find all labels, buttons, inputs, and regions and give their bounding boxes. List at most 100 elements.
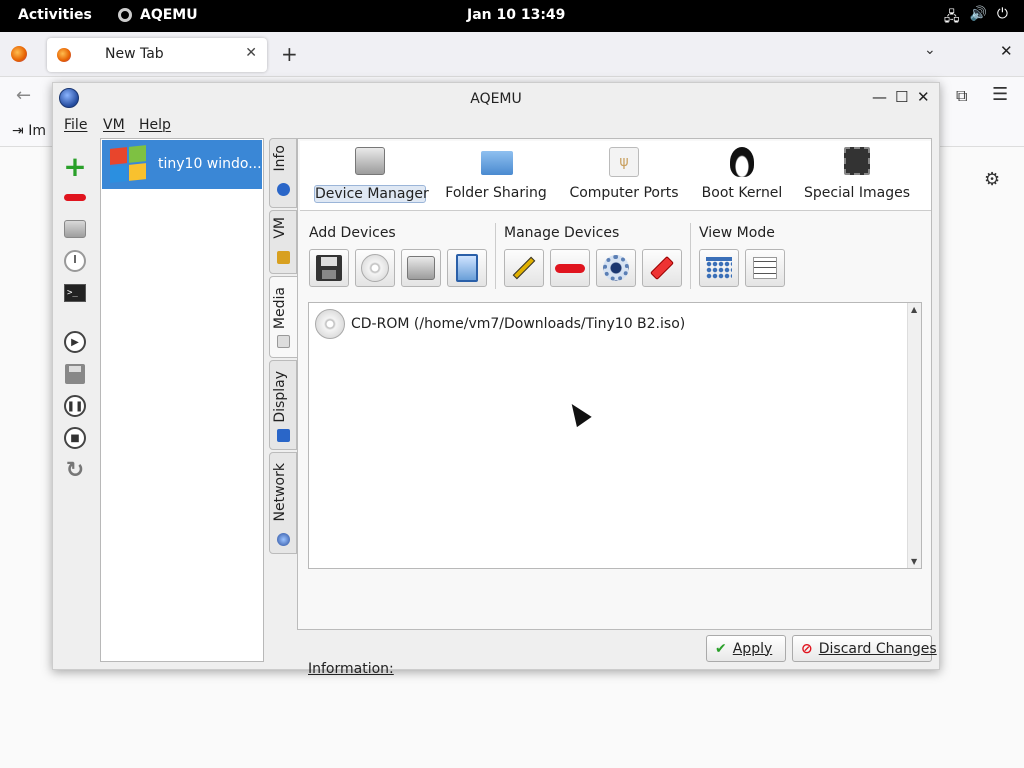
start-button[interactable]: ▶ [61, 328, 89, 356]
list-view-button[interactable] [745, 249, 785, 287]
add-storage-button[interactable] [447, 249, 487, 287]
category-label: Special Images [804, 185, 911, 201]
hard-disk-icon [407, 256, 435, 280]
vm-list[interactable]: tiny10 windo... [100, 138, 264, 662]
device-properties-button[interactable] [596, 249, 636, 287]
eraser-icon [649, 255, 675, 281]
remove-icon [555, 263, 585, 273]
save-state-button[interactable] [61, 360, 89, 388]
add-hdd-button[interactable] [401, 249, 441, 287]
reset-button[interactable]: ↻ [61, 456, 89, 484]
info-icon [277, 183, 290, 196]
app-menu-label: AQEMU [140, 7, 198, 23]
tab-media[interactable]: Media [269, 276, 297, 358]
gear-icon [603, 255, 629, 281]
media-categories: Device Manager Folder Sharing ψ Computer… [300, 141, 931, 211]
media-icon [277, 335, 290, 348]
chevron-down-icon[interactable]: ⌄ [924, 42, 936, 58]
tab-vm-label: VM [272, 217, 288, 239]
aqemu-app-icon [118, 8, 132, 22]
delete-vm-button[interactable] [61, 183, 89, 211]
edit-device-button[interactable] [504, 249, 544, 287]
add-cdrom-button[interactable] [355, 249, 395, 287]
app-menu[interactable]: AQEMU [118, 7, 198, 23]
snapshot-button[interactable] [61, 247, 89, 275]
remove-device-button[interactable] [550, 249, 590, 287]
hamburger-menu-icon[interactable]: ☰ [992, 84, 1008, 105]
information-label: Information: [308, 661, 394, 677]
vm-settings-button[interactable] [61, 215, 89, 243]
apply-label: Apply [732, 640, 773, 657]
icon-view-button[interactable] [699, 249, 739, 287]
minimize-icon[interactable]: — [872, 88, 887, 106]
add-floppy-button[interactable] [309, 249, 349, 287]
close-icon[interactable]: ✕ [917, 88, 930, 106]
storage-device-icon [456, 254, 478, 282]
pencil-icon [512, 256, 536, 280]
vertical-scrollbar[interactable]: ▲ ▼ [907, 303, 921, 568]
tab-display[interactable]: Display [269, 360, 297, 450]
back-arrow-icon[interactable]: ← [16, 85, 31, 106]
separator [690, 223, 691, 289]
tab-display-label: Display [272, 371, 288, 423]
tab-vm[interactable]: VM [269, 210, 297, 274]
import-label: Im [28, 123, 46, 139]
maximize-icon[interactable]: ☐ [895, 88, 908, 106]
tab-info[interactable]: Info [269, 138, 297, 208]
system-tray[interactable]: 🖧 🔊 ⏻ [944, 6, 1008, 30]
category-label: Folder Sharing [445, 185, 547, 201]
extensions-icon[interactable]: ⧉ [956, 86, 967, 106]
device-list[interactable]: CD-ROM (/home/vm7/Downloads/Tiny10 B2.is… [308, 302, 922, 569]
scroll-up-icon[interactable]: ▲ [911, 305, 917, 314]
import-bookmarks[interactable]: ⇥ Im [12, 123, 46, 139]
folder-icon [481, 147, 513, 177]
cancel-icon: ⊘ [801, 640, 813, 657]
tools-icon [277, 251, 290, 264]
firefox-tab-icon [57, 48, 71, 62]
category-boot-kernel[interactable]: Boot Kernel [700, 141, 784, 211]
view-mode-label: View Mode [699, 225, 775, 241]
tab-network[interactable]: Network [269, 452, 297, 554]
category-label: Device Manager [314, 185, 429, 203]
remove-icon [64, 193, 86, 201]
apply-button[interactable]: ✔ Apply [706, 635, 786, 662]
network-globe-icon [277, 533, 290, 546]
tab-info-label: Info [272, 145, 288, 172]
close-tab-icon[interactable]: ✕ [245, 45, 257, 61]
category-label: Computer Ports [569, 185, 679, 201]
category-special-images[interactable]: Special Images [804, 141, 910, 211]
menu-help[interactable]: Help [139, 117, 171, 133]
add-devices-label: Add Devices [309, 225, 396, 241]
clear-devices-button[interactable] [642, 249, 682, 287]
aqemu-window: AQEMU — ☐ ✕ File VM Help + >_ ▶ ❚❚ ■ ↻ t… [52, 82, 940, 677]
pause-button[interactable]: ❚❚ [61, 392, 89, 420]
add-vm-button[interactable]: + [61, 153, 89, 181]
scroll-down-icon[interactable]: ▼ [911, 557, 917, 566]
hard-disk-icon [64, 220, 86, 238]
title-bar[interactable]: AQEMU — ☐ ✕ [53, 83, 939, 115]
device-item[interactable]: CD-ROM (/home/vm7/Downloads/Tiny10 B2.is… [315, 309, 685, 339]
console-button[interactable]: >_ [61, 279, 89, 307]
menu-file[interactable]: File [64, 117, 87, 133]
hard-disk-icon [355, 147, 385, 177]
close-window-icon[interactable]: ✕ [1000, 42, 1013, 60]
browser-tab[interactable]: New Tab ✕ [47, 38, 267, 72]
tab-network-label: Network [272, 463, 288, 522]
discard-changes-button[interactable]: ⊘ Discard Changes [792, 635, 937, 662]
stop-button[interactable]: ■ [61, 424, 89, 452]
settings-gear-icon[interactable]: ⚙ [984, 169, 1000, 190]
stop-icon: ■ [64, 427, 86, 449]
category-folder-sharing[interactable]: Folder Sharing [444, 141, 548, 211]
clock[interactable]: Jan 10 13:49 [467, 7, 565, 23]
menu-vm[interactable]: VM [103, 117, 125, 133]
vm-list-item[interactable]: tiny10 windo... [102, 140, 262, 189]
tab-title: New Tab [105, 46, 164, 62]
activities-button[interactable]: Activities [18, 7, 92, 23]
category-computer-ports[interactable]: ψ Computer Ports [568, 141, 680, 211]
new-tab-icon[interactable]: + [281, 42, 298, 66]
category-label: Boot Kernel [701, 185, 783, 201]
category-device-manager[interactable]: Device Manager [314, 141, 429, 211]
device-label: CD-ROM (/home/vm7/Downloads/Tiny10 B2.is… [351, 316, 686, 332]
cdrom-icon [315, 309, 345, 339]
firefox-icon [11, 46, 27, 62]
